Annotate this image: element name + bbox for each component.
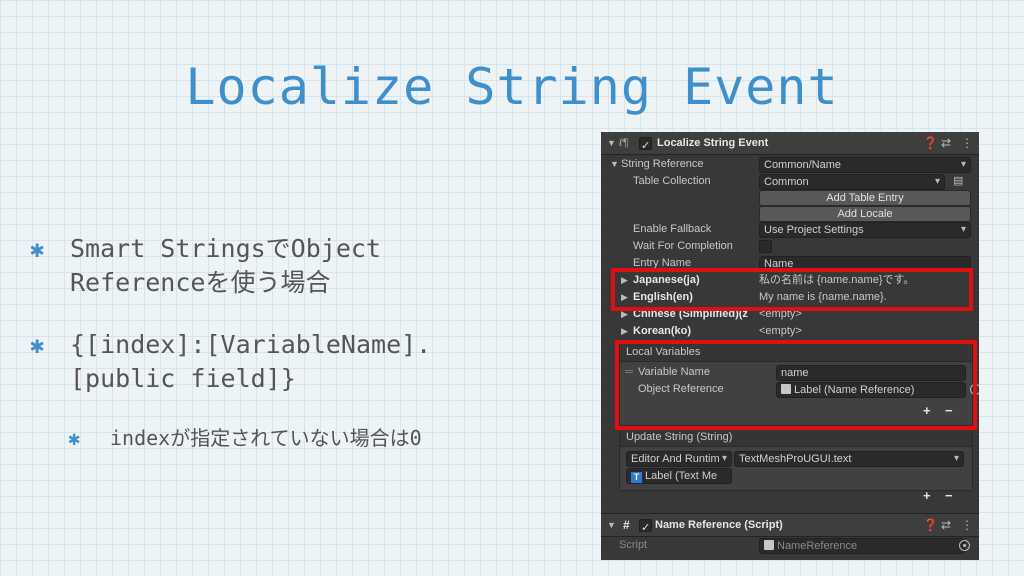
event-list-controls-row: + −	[601, 487, 979, 504]
table-collection-row: Table Collection Common ▤	[601, 173, 979, 190]
bullet-line: [public field]}	[70, 364, 296, 393]
string-reference-label: String Reference	[621, 158, 704, 170]
enable-fallback-label: Enable Fallback	[633, 223, 712, 235]
script-component-header[interactable]: ▼ # Name Reference (Script) ❓ ⇄ ⋮	[601, 513, 979, 539]
script-asset-icon	[764, 540, 774, 550]
foldout-arrow-icon[interactable]: ▼	[610, 156, 619, 173]
update-string-title: Update String (String)	[626, 431, 733, 443]
string-reference-row[interactable]: ▼ String Reference Common/Name	[601, 156, 979, 173]
sub-bullet-item: ✱ indexが指定されていない場合は0	[30, 424, 590, 452]
table-edit-icon[interactable]: ▤	[953, 173, 963, 190]
function-dropdown[interactable]: TextMeshProUGUI.text	[734, 451, 964, 467]
slide-title: Localize String Event	[185, 58, 839, 116]
bullet-list: ✱ Smart StringsでObject Referenceを使う場合 ✱ …	[30, 232, 590, 480]
script-file-icon: #	[623, 518, 630, 532]
bullet-line: {[index]:[VariableName].	[70, 330, 432, 359]
text-mesh-icon: T	[631, 472, 642, 483]
context-menu-icon[interactable]: ⋮	[961, 132, 973, 154]
script-label: Script	[619, 539, 648, 551]
locale-value: <empty>	[759, 325, 802, 337]
add-event-button[interactable]: +	[923, 487, 931, 504]
wait-for-completion-label: Wait For Completion	[633, 240, 733, 252]
wait-for-completion-checkbox[interactable]	[759, 240, 772, 253]
wait-for-completion-row: Wait For Completion	[601, 238, 979, 255]
string-reference-dropdown[interactable]: Common/Name	[759, 157, 971, 173]
foldout-arrow-icon[interactable]: ▼	[607, 514, 616, 536]
context-menu-icon[interactable]: ⋮	[961, 514, 973, 536]
enable-fallback-dropdown[interactable]: Use Project Settings	[759, 222, 971, 238]
locale-highlight-box	[611, 268, 973, 311]
script-row: Script NameReference	[601, 537, 979, 554]
component-enabled-checkbox[interactable]	[639, 135, 652, 157]
preset-icon[interactable]: ⇄	[941, 132, 951, 154]
local-variables-highlight-box	[615, 340, 977, 430]
enable-fallback-row: Enable Fallback Use Project Settings	[601, 221, 979, 238]
remove-event-button[interactable]: −	[945, 487, 953, 504]
preset-icon[interactable]: ⇄	[941, 514, 951, 536]
runtime-mode-dropdown[interactable]: Editor And Runtim	[626, 451, 732, 467]
table-collection-label: Table Collection	[633, 175, 711, 187]
script-picker-icon[interactable]	[959, 540, 970, 551]
script-enabled-checkbox[interactable]	[639, 517, 652, 539]
bullet-line: Referenceを使う場合	[70, 268, 331, 297]
bullet-line: indexが指定されていない場合は0	[110, 426, 422, 450]
bullet-star-icon: ✱	[30, 331, 45, 359]
foldout-arrow-icon[interactable]: ▶	[621, 323, 628, 340]
bullet-star-icon: ✱	[30, 235, 45, 263]
event-target-value: Label (Text Me	[645, 470, 718, 482]
bullet-item: ✱ {[index]:[VariableName]. [public field…	[30, 328, 590, 396]
add-locale-button[interactable]: Add Locale	[759, 206, 971, 222]
bullet-line: Smart StringsでObject	[70, 234, 381, 263]
bullet-item: ✱ Smart StringsでObject Referenceを使う場合	[30, 232, 590, 300]
locale-name: Korean(ko)	[633, 325, 692, 337]
event-target-field[interactable]: T Label (Text Me	[626, 468, 732, 484]
bullet-star-icon: ✱	[68, 426, 81, 450]
script-field: NameReference	[759, 538, 965, 554]
table-collection-dropdown[interactable]: Common	[759, 174, 945, 190]
help-icon[interactable]: ❓	[923, 514, 938, 536]
update-string-panel: Update String (String) Editor And Runtim…	[619, 427, 973, 491]
help-icon[interactable]: ❓	[923, 132, 938, 154]
script-value: NameReference	[777, 540, 858, 552]
script-component-title: Name Reference (Script)	[655, 519, 783, 531]
component-title: Localize String Event	[657, 137, 769, 149]
locale-row[interactable]: ▶ Korean(ko) <empty>	[601, 323, 979, 340]
component-icon: ℓ¶	[619, 137, 629, 149]
component-header[interactable]: ▼ ℓ¶ Localize String Event ❓ ⇄ ⋮	[601, 132, 979, 157]
add-table-entry-button[interactable]: Add Table Entry	[759, 190, 971, 206]
update-string-header: Update String (String)	[620, 428, 972, 447]
foldout-arrow-icon[interactable]: ▼	[607, 132, 616, 154]
